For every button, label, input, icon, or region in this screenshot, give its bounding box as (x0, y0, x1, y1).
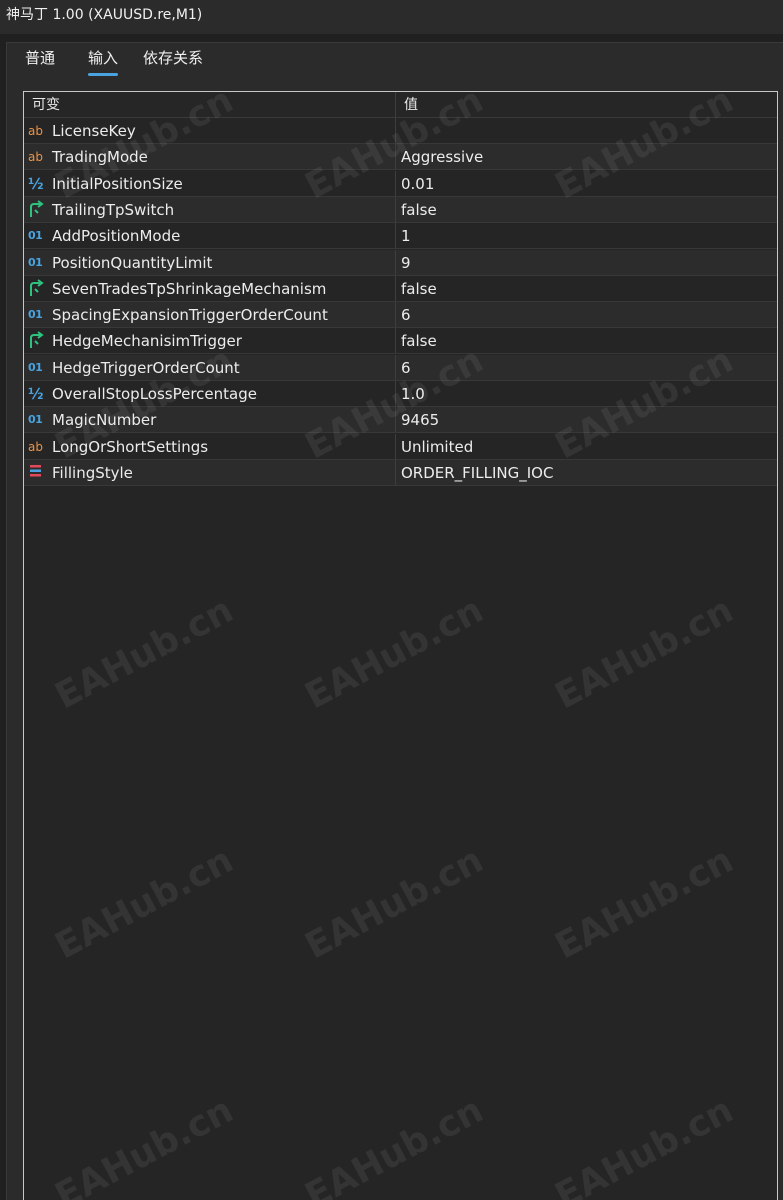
int-type-icon: 01 (28, 308, 43, 322)
parameter-name: LongOrShortSettings (52, 437, 209, 456)
parameter-name: InitialPositionSize (52, 174, 183, 193)
parameter-name: HedgeMechanisimTrigger (52, 332, 242, 351)
table-row[interactable]: ab LongOrShortSettings Unlimited (24, 433, 777, 460)
parameter-name: OverallStopLossPercentage (52, 385, 257, 403)
table-row[interactable]: 01 MagicNumber 9465 (24, 407, 777, 434)
parameter-value[interactable]: Aggressive (401, 144, 483, 170)
inputs-grid: 可变 值 ab LicenseKey ab TradingMode Aggressive… (23, 91, 778, 1200)
column-divider (395, 407, 396, 433)
window-title: 神马丁 1.00 (XAUUSD.re,M1) (6, 7, 203, 23)
table-row[interactable]: HedgeMechanisimTrigger false (24, 328, 777, 355)
table-row[interactable]: FillingStyle ORDER_FILLING_IOC (24, 459, 777, 486)
table-row[interactable]: ½ InitialPositionSize 0.01 (24, 170, 777, 197)
string-type-icon: ab (28, 439, 43, 454)
table-row[interactable]: ab TradingMode Aggressive (24, 144, 777, 171)
parameter-name: HedgeTriggerOrderCount (52, 358, 240, 377)
column-divider[interactable] (395, 92, 396, 117)
properties-dialog: 普通 输入 依存关系 可变 值 ab LicenseKey ab TradingMod… (6, 42, 783, 1200)
table-row[interactable]: ½ OverallStopLossPercentage 1.0 (24, 381, 777, 407)
parameter-value[interactable]: 6 (401, 355, 411, 381)
tab-bar: 普通 输入 依存关系 (7, 43, 783, 83)
column-divider (395, 144, 396, 170)
parameter-name: AddPositionMode (52, 227, 181, 246)
table-row[interactable]: 01 PositionQuantityLimit 9 (24, 249, 777, 276)
window-title-bar: 神马丁 1.00 (XAUUSD.re,M1) (0, 0, 783, 34)
parameter-value[interactable]: false (401, 197, 437, 223)
column-divider (395, 328, 396, 354)
tab-dependencies[interactable]: 依存关系 (143, 48, 203, 74)
table-row[interactable]: SevenTradesTpShrinkageMechanism false (24, 275, 777, 302)
column-divider (395, 223, 396, 249)
parameter-value[interactable]: 9465 (401, 407, 439, 433)
parameter-name: TrailingTpSwitch (52, 200, 175, 219)
string-type-icon: ab (28, 150, 43, 165)
bool-type-icon (28, 278, 48, 299)
column-divider (395, 459, 396, 485)
column-divider (395, 118, 396, 143)
column-divider (395, 381, 396, 406)
parameter-value[interactable]: false (401, 328, 437, 354)
int-type-icon: 01 (28, 229, 43, 243)
parameter-name: TradingMode (52, 148, 148, 167)
parameter-value[interactable]: ORDER_FILLING_IOC (401, 460, 553, 486)
table-row[interactable]: 01 SpacingExpansionTriggerOrderCount 6 (24, 302, 777, 329)
column-divider (395, 433, 396, 459)
column-divider (395, 170, 396, 196)
int-type-icon: 01 (28, 255, 43, 269)
table-row[interactable]: 01 HedgeTriggerOrderCount 6 (24, 354, 777, 381)
column-divider (395, 275, 396, 301)
parameter-value[interactable]: 1 (401, 223, 411, 249)
parameter-name: PositionQuantityLimit (52, 253, 213, 272)
parameter-value[interactable]: 0.01 (401, 171, 434, 197)
table-row[interactable]: TrailingTpSwitch false (24, 196, 777, 223)
string-type-icon: ab (28, 124, 43, 138)
bool-type-icon (28, 331, 48, 351)
column-divider (395, 302, 396, 328)
parameter-name: MagicNumber (52, 411, 157, 430)
int-type-icon: 01 (28, 360, 43, 374)
header-value[interactable]: 值 (404, 92, 418, 118)
bool-type-icon (28, 200, 48, 220)
double-type-icon: ½ (28, 385, 44, 403)
table-row[interactable]: ab LicenseKey (24, 118, 777, 144)
parameter-name: SevenTradesTpShrinkageMechanism (52, 279, 327, 298)
parameter-value[interactable]: 9 (401, 250, 411, 276)
parameter-value[interactable]: false (401, 276, 437, 302)
parameter-value[interactable]: Unlimited (401, 434, 473, 460)
parameter-name: FillingStyle (52, 463, 133, 482)
parameter-name: LicenseKey (52, 122, 136, 140)
parameter-name: SpacingExpansionTriggerOrderCount (52, 306, 328, 325)
tab-inputs[interactable]: 输入 (88, 48, 119, 76)
column-divider (395, 354, 396, 380)
int-type-icon: 01 (28, 413, 43, 427)
tab-common[interactable]: 普通 (25, 48, 55, 74)
grid-header: 可变 值 (24, 92, 777, 118)
double-type-icon: ½ (28, 174, 44, 193)
table-row[interactable]: 01 AddPositionMode 1 (24, 223, 777, 250)
parameter-value[interactable]: 1.0 (401, 381, 425, 407)
column-divider (395, 196, 396, 222)
enum-type-icon (28, 463, 48, 483)
parameter-value[interactable]: 6 (401, 302, 411, 328)
header-variable[interactable]: 可变 (32, 92, 60, 118)
column-divider (395, 249, 396, 275)
